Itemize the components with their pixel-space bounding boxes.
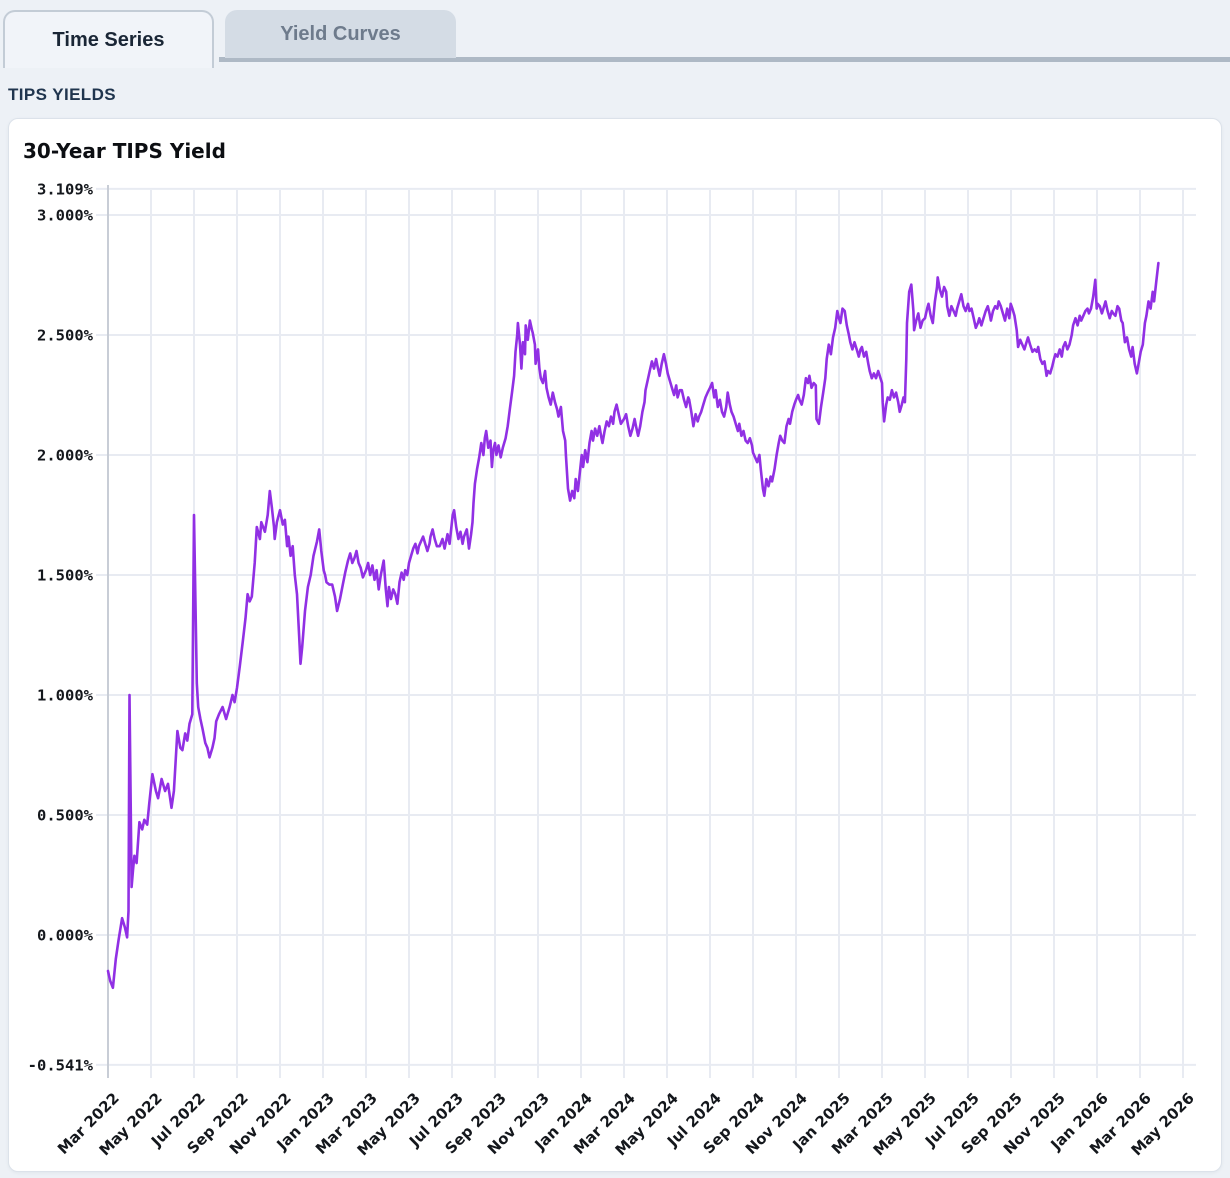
y-tick-label: 0.000% xyxy=(37,927,94,945)
y-tick-label: 3.000% xyxy=(37,207,94,225)
chart-card: 30-Year TIPS Yield 3.109% 3.000% 2.500% 2.0… xyxy=(8,118,1222,1172)
y-tick-label: 1.500% xyxy=(37,567,94,585)
tab-yield-curves[interactable]: Yield Curves xyxy=(225,10,456,58)
y-tick-label: 3.109% xyxy=(37,180,94,198)
tab-bar: Time Series Yield Curves xyxy=(0,0,1230,68)
tab-yield-curves-label: Yield Curves xyxy=(280,22,401,45)
chart-title: 30-Year TIPS Yield xyxy=(23,139,226,163)
y-tick-label: -0.541% xyxy=(28,1056,94,1074)
y-tick-label: 2.500% xyxy=(37,327,94,345)
tab-time-series[interactable]: Time Series xyxy=(3,10,214,68)
section-title: TIPS YIELDS xyxy=(8,85,117,104)
tips-yield-chart: 3.109% 3.000% 2.500% 2.000% 1.500% 1.000% 0.50… xyxy=(28,180,1198,1159)
yield-line-series xyxy=(106,261,1160,990)
y-tick-label: 1.000% xyxy=(37,687,94,705)
y-tick-label: 0.500% xyxy=(37,807,94,825)
y-tick-label: 2.000% xyxy=(37,447,94,465)
tab-time-series-label: Time Series xyxy=(52,28,165,51)
